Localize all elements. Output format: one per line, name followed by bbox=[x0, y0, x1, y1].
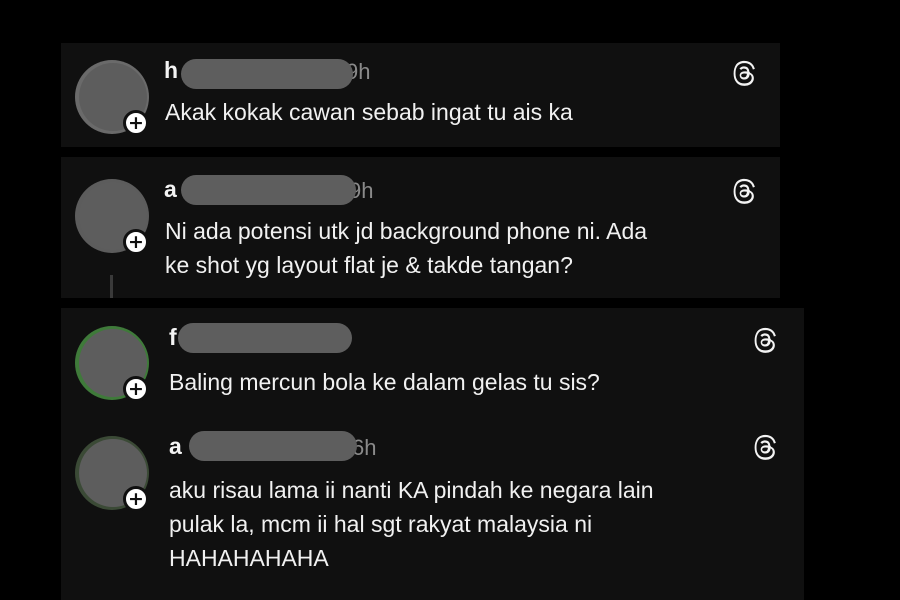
follow-plus-icon[interactable]: + bbox=[123, 486, 149, 512]
threads-logo-icon-svg bbox=[733, 178, 755, 204]
threads-logo-icon-svg bbox=[754, 327, 776, 353]
avatar[interactable]: + bbox=[75, 60, 149, 136]
comment-card: + a 9h Ni ada potensi utk jd background … bbox=[61, 157, 780, 298]
username-redaction bbox=[189, 431, 357, 461]
username-redaction bbox=[181, 59, 353, 89]
comment-text: aku risau lama ii nanti KA pindah ke neg… bbox=[169, 473, 654, 575]
comment-text: Akak kokak cawan sebab ingat tu ais ka bbox=[165, 95, 573, 129]
username-redaction bbox=[181, 175, 356, 205]
follow-plus-icon[interactable]: + bbox=[123, 110, 149, 136]
comment-line: Ni ada potensi utk jd background phone n… bbox=[165, 218, 648, 244]
comment-text: Baling mercun bola ke dalam gelas tu sis… bbox=[169, 365, 600, 399]
threads-logo-icon-svg bbox=[754, 434, 776, 460]
comment-line: HAHAHAHAHA bbox=[169, 545, 329, 571]
comment-line: ke shot yg layout flat je & takde tangan… bbox=[165, 252, 573, 278]
follow-plus-icon[interactable]: + bbox=[123, 376, 149, 402]
threads-logo-icon-svg bbox=[733, 60, 755, 86]
comment-line: aku risau lama ii nanti KA pindah ke neg… bbox=[169, 477, 654, 503]
threads-logo-icon[interactable] bbox=[751, 326, 779, 354]
comment-line: Akak kokak cawan sebab ingat tu ais ka bbox=[165, 99, 573, 125]
avatar[interactable]: + bbox=[75, 436, 149, 512]
threads-logo-icon[interactable] bbox=[730, 177, 758, 205]
screenshot-collage: + h 9h Akak kokak cawan sebab ingat tu a… bbox=[0, 0, 900, 600]
username[interactable]: a bbox=[164, 176, 177, 203]
follow-plus-icon[interactable]: + bbox=[123, 229, 149, 255]
username-redaction bbox=[178, 323, 352, 353]
comment-line: pulak la, mcm ii hal sgt rakyat malaysia… bbox=[169, 511, 593, 537]
username[interactable]: a bbox=[169, 433, 182, 460]
thread-connector-line bbox=[110, 275, 113, 298]
username[interactable]: f bbox=[169, 324, 177, 351]
comment-line: Baling mercun bola ke dalam gelas tu sis… bbox=[169, 369, 600, 395]
threads-logo-icon[interactable] bbox=[730, 59, 758, 87]
avatar[interactable]: + bbox=[75, 326, 149, 402]
comment-card: + f Baling mercun bola ke dalam gelas tu… bbox=[61, 308, 804, 600]
comment-text: Ni ada potensi utk jd background phone n… bbox=[165, 214, 647, 282]
threads-logo-icon[interactable] bbox=[751, 433, 779, 461]
username[interactable]: h bbox=[164, 57, 178, 84]
comment-card: + h 9h Akak kokak cawan sebab ingat tu a… bbox=[61, 43, 780, 147]
avatar[interactable]: + bbox=[75, 179, 149, 255]
